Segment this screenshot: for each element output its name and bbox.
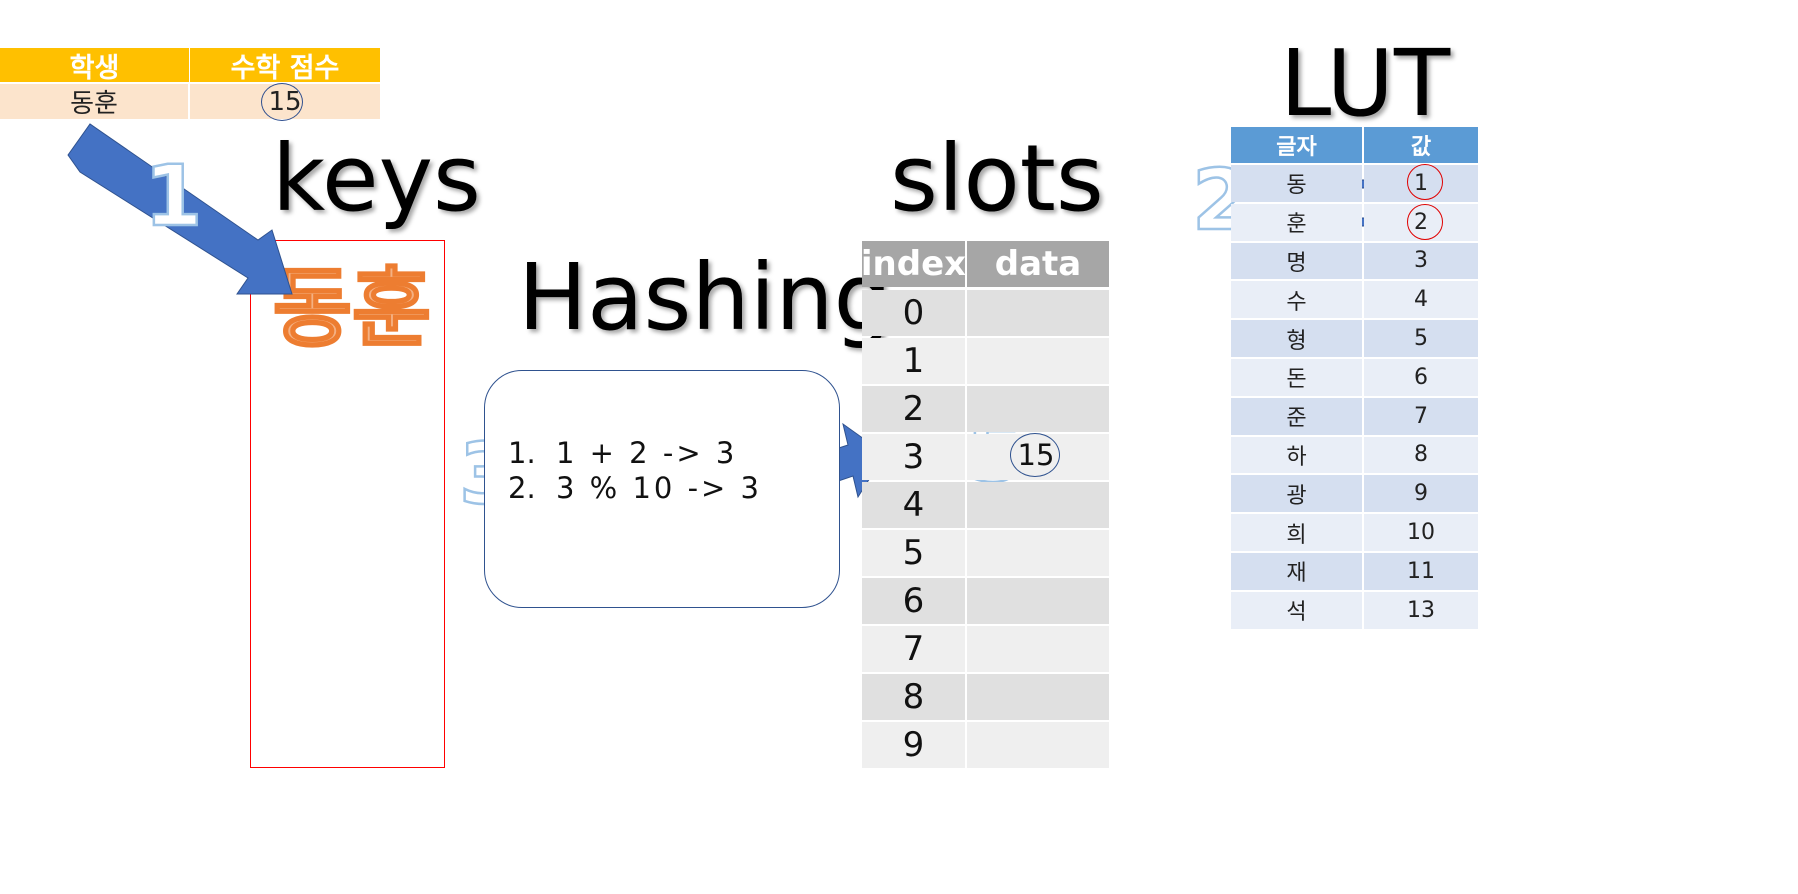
lut-value-cell: 13 <box>1364 591 1478 629</box>
slot-index-cell: 5 <box>862 530 965 576</box>
hash-step-2-text: 3 % 10 -> 3 <box>556 471 762 505</box>
slot-data-cell <box>967 530 1109 576</box>
slot-stored-value: 15 <box>1017 438 1055 472</box>
lut-char-cell: 하 <box>1231 436 1362 474</box>
slot-index-cell: 7 <box>862 626 965 672</box>
slot-index-cell: 6 <box>862 578 965 624</box>
slot-index-cell: 8 <box>862 674 965 720</box>
hash-steps: 1. 1 + 2 -> 3 2. 3 % 10 -> 3 <box>508 436 762 506</box>
lut-char-cell: 돈 <box>1231 359 1362 396</box>
lut-char-cell: 희 <box>1231 514 1362 551</box>
step-number-1: 1 <box>143 147 204 245</box>
slot-index-cell: 2 <box>862 386 965 432</box>
lut-value-cell: 9 <box>1364 475 1478 513</box>
lut-value-cell: 5 <box>1364 320 1478 357</box>
lut-highlight-circle-2 <box>1407 204 1443 240</box>
lut-header-value: 값 <box>1364 127 1478 163</box>
slot-data-cell <box>967 674 1109 720</box>
slot-index-cell: 9 <box>862 722 965 768</box>
lut-char-cell: 석 <box>1231 591 1362 629</box>
slot-data-cell <box>967 626 1109 672</box>
lut-char-cell: 수 <box>1231 281 1362 319</box>
lut-value-cell: 3 <box>1364 242 1478 280</box>
lut-header-char: 글자 <box>1231 127 1362 163</box>
lut-char-cell: 훈 <box>1231 203 1362 241</box>
lut-value-cell: 8 <box>1364 436 1478 474</box>
slot-data-cell <box>967 386 1109 432</box>
slots-header-index: index <box>861 241 966 287</box>
hash-step-1-num: 1. <box>508 436 536 470</box>
lut-char-cell: 준 <box>1231 397 1362 435</box>
lut-highlight-circle-1 <box>1407 164 1443 200</box>
lut-value-cell: 7 <box>1364 397 1478 435</box>
hash-step-2: 2. 3 % 10 -> 3 <box>508 471 762 506</box>
hash-step-1: 1. 1 + 2 -> 3 <box>508 436 762 471</box>
slot-index-cell: 0 <box>862 290 965 336</box>
lut-char-cell: 재 <box>1231 553 1362 590</box>
slot-index-cell: 4 <box>862 482 965 528</box>
slot-data-cell <box>967 722 1109 768</box>
lut-char-cell: 동 <box>1231 165 1362 202</box>
lut-char-cell: 명 <box>1231 242 1362 280</box>
lut-value-cell: 4 <box>1364 281 1478 319</box>
slot-data-cell <box>967 482 1109 528</box>
slot-index-cell: 1 <box>862 338 965 384</box>
slot-index-cell: 3 <box>862 434 965 480</box>
slot-data-cell <box>967 338 1109 384</box>
lut-char-cell: 광 <box>1231 475 1362 513</box>
lut-value-cell: 11 <box>1364 553 1478 590</box>
lut-value-cell: 10 <box>1364 514 1478 551</box>
hash-step-1-text: 1 + 2 -> 3 <box>556 436 738 470</box>
slots-header-data: data <box>967 241 1109 287</box>
slot-data-cell <box>967 578 1109 624</box>
slot-data-cell <box>967 290 1109 336</box>
lut-value-cell: 6 <box>1364 359 1478 396</box>
hash-step-2-num: 2. <box>508 471 536 505</box>
lut-char-cell: 형 <box>1231 320 1362 357</box>
